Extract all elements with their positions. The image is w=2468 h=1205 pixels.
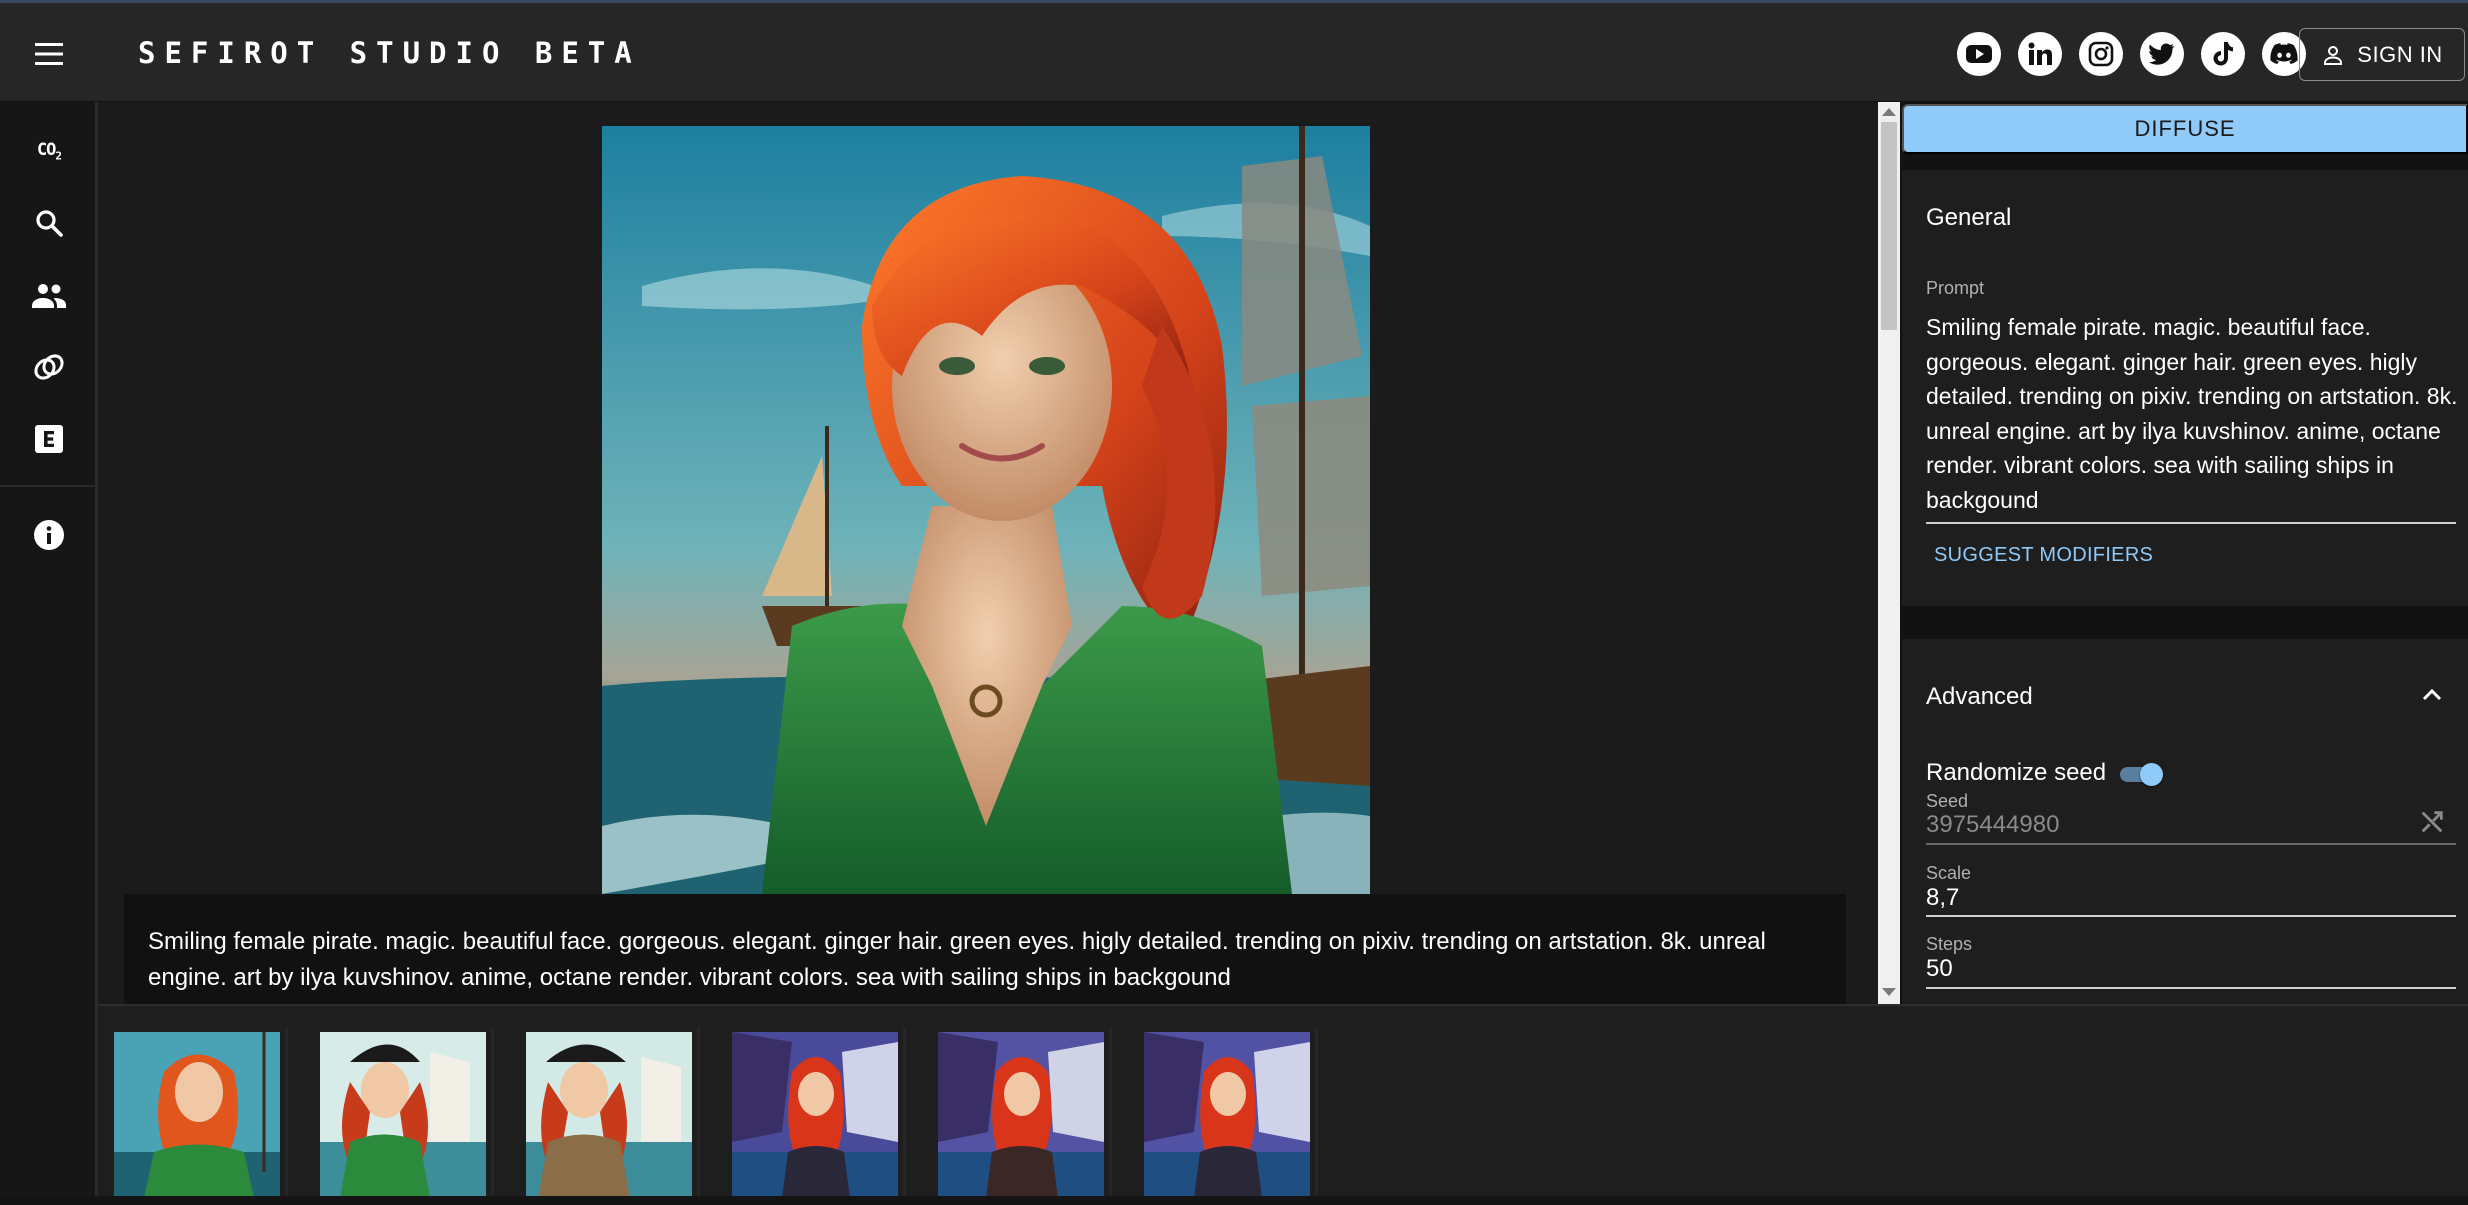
tiktok-link[interactable] [2201, 32, 2245, 76]
social-links [1957, 32, 2306, 76]
prompt-underline [1926, 522, 2456, 524]
person-icon [2324, 45, 2343, 65]
tiktok-icon [2213, 42, 2233, 66]
suggest-modifiers-button[interactable]: SUGGEST MODIFIERS [1934, 544, 2153, 567]
linkedin-icon [2028, 42, 2052, 65]
toggle-knob [2140, 763, 2163, 786]
rings-icon [34, 354, 64, 380]
history-thumbnail[interactable] [938, 1032, 1104, 1198]
youtube-icon [1966, 45, 1992, 63]
panel-scrollbar[interactable] [1878, 102, 1900, 1004]
twitter-link[interactable] [2140, 32, 2184, 76]
scroll-up-arrow-icon[interactable] [1882, 108, 1896, 116]
search-icon [36, 210, 63, 237]
rail-item-e-box[interactable] [24, 414, 74, 464]
settings-panel: DIFFUSE General Prompt Smiling female pi… [1900, 102, 2468, 1004]
chevron-up-icon[interactable] [2420, 683, 2444, 707]
scale-input[interactable]: 8,7 [1926, 884, 2426, 912]
history-thumbnail[interactable] [114, 1032, 280, 1198]
history-thumbnail[interactable] [1144, 1032, 1310, 1198]
rail-divider [0, 485, 95, 487]
thumbnail-slot [98, 1028, 288, 1198]
history-strip [98, 1004, 2468, 1205]
sign-in-label: SIGN IN [2357, 41, 2443, 67]
seed-input[interactable]: 3975444980 [1926, 811, 2426, 839]
rail-item-co2[interactable]: CO2 [24, 126, 74, 176]
generated-image[interactable] [602, 126, 1370, 894]
prompt-label: Prompt [1926, 278, 1985, 298]
scale-label: Scale [1926, 863, 1972, 883]
prompt-input[interactable]: Smiling female pirate. magic. beautiful … [1926, 310, 2466, 517]
randomize-seed-label: Randomize seed [1926, 759, 2107, 786]
diffuse-button[interactable]: DIFFUSE [1902, 104, 2468, 154]
history-thumbnail[interactable] [526, 1032, 692, 1198]
thumbnail-slot [922, 1028, 1112, 1198]
app-bar: SEFIROT STUDIO BETA SIGN IN [0, 0, 2468, 102]
image-caption: Smiling female pirate. magic. beautiful … [124, 894, 1846, 1004]
twitter-icon [2149, 43, 2174, 65]
advanced-title: Advanced [1926, 683, 2033, 710]
general-section: General Prompt Smiling female pirate. ma… [1902, 170, 2468, 606]
linkedin-link[interactable] [2018, 32, 2062, 76]
discord-icon [2270, 43, 2298, 64]
advanced-section: Advanced Randomize seed Seed 3975444980 … [1902, 639, 2468, 1004]
steps-label: Steps [1926, 934, 1973, 954]
menu-button[interactable] [22, 31, 76, 77]
main-content: Smiling female pirate. magic. beautiful … [98, 102, 1878, 1004]
general-title: General [1926, 204, 2012, 231]
history-thumbnail[interactable] [320, 1032, 486, 1198]
steps-input[interactable]: 50 [1926, 955, 2426, 983]
randomize-seed-toggle[interactable] [2120, 761, 2164, 787]
youtube-link[interactable] [1957, 32, 2001, 76]
rail-item-info[interactable] [24, 510, 74, 560]
side-rail: CO2 [0, 102, 98, 1205]
thumbnail-slot [1128, 1028, 1318, 1198]
e-box-icon [35, 425, 63, 453]
bottom-edge [0, 1196, 2468, 1205]
instagram-icon [2088, 41, 2114, 67]
sign-in-button[interactable]: SIGN IN [2299, 28, 2465, 81]
app-title: SEFIROT STUDIO BETA [138, 36, 641, 70]
scale-underline [1926, 915, 2456, 917]
thumbnail-slot [716, 1028, 906, 1198]
seed-label: Seed [1926, 791, 1969, 811]
info-icon [34, 520, 64, 550]
co2-icon: CO2 [36, 139, 62, 163]
rail-item-people[interactable] [24, 270, 74, 320]
thumbnail-slot [510, 1028, 700, 1198]
hamburger-icon [35, 43, 63, 65]
instagram-link[interactable] [2079, 32, 2123, 76]
history-thumbnail[interactable] [732, 1032, 898, 1198]
seed-underline [1926, 843, 2456, 845]
scroll-down-arrow-icon[interactable] [1882, 988, 1896, 996]
rail-item-rings[interactable] [24, 342, 74, 392]
people-icon [32, 284, 66, 308]
shuffle-icon[interactable] [2418, 808, 2446, 836]
steps-underline [1926, 987, 2456, 989]
rail-item-search[interactable] [24, 198, 74, 248]
thumbnail-slot [304, 1028, 494, 1198]
pirate-portrait-image [602, 126, 1370, 894]
scrollbar-thumb[interactable] [1881, 122, 1897, 330]
